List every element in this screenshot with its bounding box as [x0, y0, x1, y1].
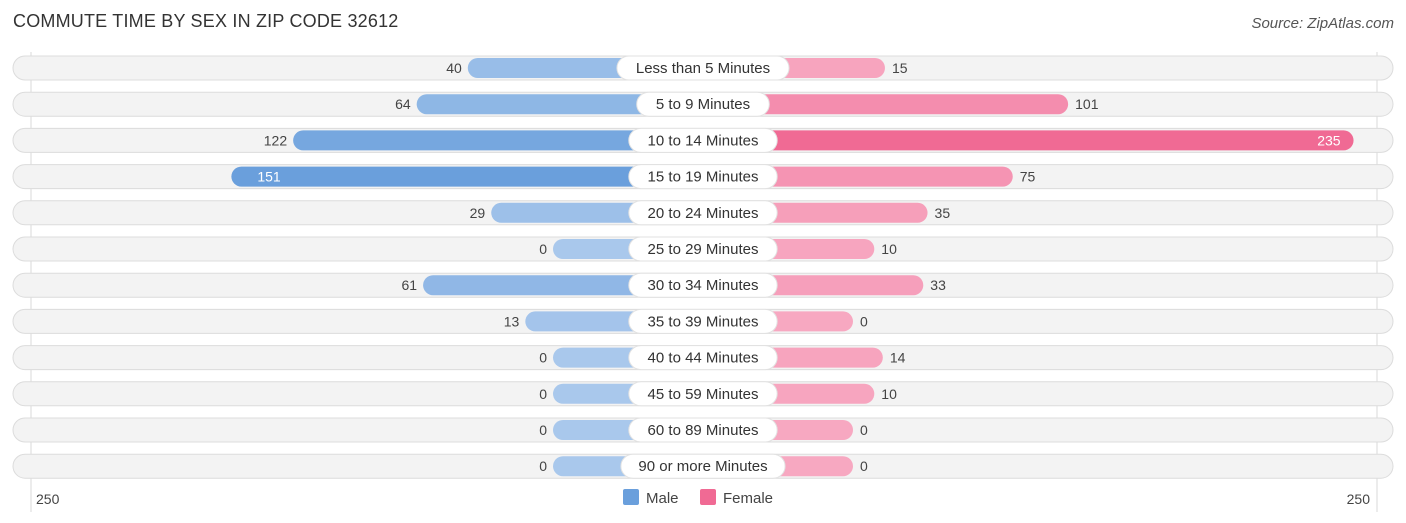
- value-label-female: 33: [930, 277, 946, 293]
- chart-row: 61 33 30 to 34 Minutes: [12, 272, 1394, 298]
- value-label-male: 64: [395, 96, 411, 112]
- value-label-male: 61: [401, 277, 417, 293]
- value-label-female: 35: [935, 205, 951, 221]
- value-label-male: 151: [257, 169, 281, 185]
- legend-label-male[interactable]: Male: [646, 490, 679, 507]
- value-label-male: 0: [539, 458, 547, 474]
- category-label: 10 to 14 Minutes: [648, 132, 759, 149]
- value-label-male: 0: [539, 422, 547, 438]
- value-label-male: 40: [446, 60, 462, 76]
- category-label: 45 to 59 Minutes: [648, 386, 759, 403]
- value-label-male: 0: [539, 241, 547, 257]
- value-label-male: 0: [539, 386, 547, 402]
- chart-row: 0 0 90 or more Minutes: [12, 453, 1394, 479]
- value-label-female: 14: [890, 350, 906, 366]
- value-label-male: 29: [470, 205, 486, 221]
- value-label-male: 122: [264, 132, 288, 148]
- chart-row: 0 0 60 to 89 Minutes: [12, 417, 1394, 443]
- value-label-female: 101: [1075, 96, 1099, 112]
- legend-swatch-female: [700, 489, 716, 505]
- category-label: 25 to 29 Minutes: [648, 241, 759, 258]
- category-label: 20 to 24 Minutes: [648, 205, 759, 222]
- value-label-male: 13: [504, 313, 520, 329]
- chart-row: 29 35 20 to 24 Minutes: [12, 200, 1394, 226]
- chart-row: 64 101 5 to 9 Minutes: [12, 91, 1394, 117]
- chart-row: 0 14 40 to 44 Minutes: [12, 345, 1394, 371]
- category-label: 15 to 19 Minutes: [648, 169, 759, 186]
- chart-row: 0 10 45 to 59 Minutes: [12, 381, 1394, 407]
- category-label: 40 to 44 Minutes: [648, 350, 759, 367]
- category-label: Less than 5 Minutes: [636, 60, 770, 77]
- chart-row: 0 10 25 to 29 Minutes: [12, 236, 1394, 262]
- value-label-female: 0: [860, 458, 868, 474]
- legend-swatch-male: [623, 489, 639, 505]
- category-label: 35 to 39 Minutes: [648, 313, 759, 330]
- value-label-male: 0: [539, 350, 547, 366]
- axis-right-label: 250: [1347, 491, 1371, 507]
- value-label-female: 235: [1317, 132, 1341, 148]
- chart-svg: 40 15 Less than 5 Minutes 64 101 5 to 9 Minut…: [12, 52, 1394, 512]
- category-label: 90 or more Minutes: [638, 458, 767, 475]
- category-label: 60 to 89 Minutes: [648, 422, 759, 439]
- chart-rows: 40 15 Less than 5 Minutes 64 101 5 to 9 Minut…: [12, 52, 1394, 512]
- category-label: 30 to 34 Minutes: [648, 277, 759, 294]
- value-label-female: 10: [881, 241, 897, 257]
- chart-row: 40 15 Less than 5 Minutes: [12, 55, 1394, 81]
- value-label-female: 0: [860, 313, 868, 329]
- value-label-female: 10: [881, 386, 897, 402]
- value-label-female: 75: [1020, 169, 1036, 185]
- value-label-female: 0: [860, 422, 868, 438]
- legend-label-female[interactable]: Female: [723, 490, 773, 507]
- legend: Male Female: [623, 489, 773, 507]
- chart-row: 151 75 15 to 19 Minutes: [12, 164, 1394, 190]
- axis-left-label: 250: [36, 491, 60, 507]
- chart-row: 13 0 35 to 39 Minutes: [12, 308, 1394, 334]
- category-label: 5 to 9 Minutes: [656, 96, 750, 113]
- value-label-female: 15: [892, 60, 908, 76]
- bar-female[interactable]: [703, 130, 1354, 151]
- chart-row: 122 235 10 to 14 Minutes: [12, 127, 1394, 153]
